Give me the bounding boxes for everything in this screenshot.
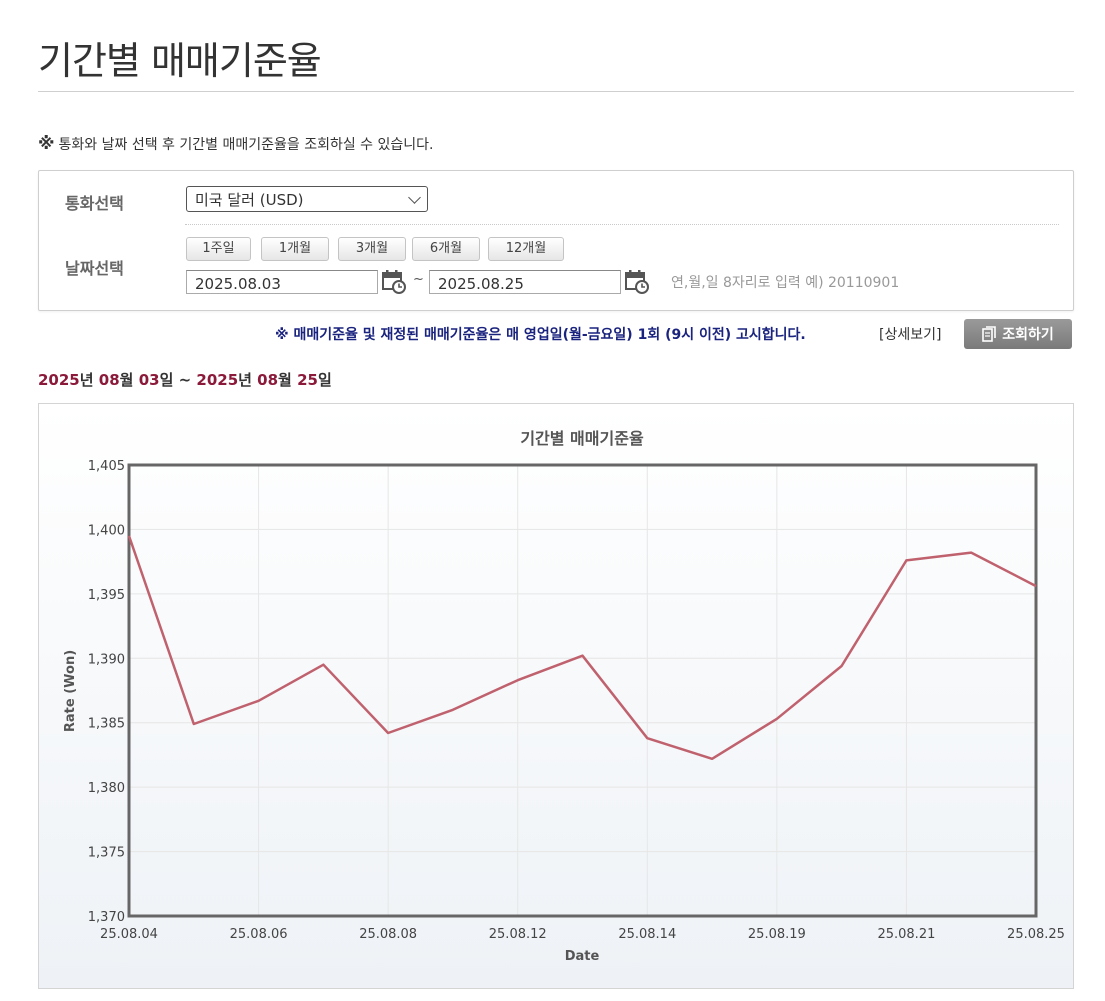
range-day-unit: 일	[159, 371, 174, 389]
chart-gridlines	[128, 464, 1037, 917]
start-calendar-icon[interactable]	[381, 269, 407, 295]
notice-mark: ※	[38, 134, 55, 154]
range-end-day: 25	[297, 371, 318, 389]
filter-panel: 통화선택 미국 달러 (USD) 날짜선택 1주일 1개월 3개월 6개월 12…	[38, 170, 1074, 311]
currency-selected-value: 미국 달러 (USD)	[195, 191, 304, 209]
start-date-input[interactable]: 2025.08.03	[186, 270, 378, 294]
y-tick-label: 1,390	[88, 652, 125, 667]
filter-row-divider	[185, 224, 1059, 225]
y-tick-label: 1,380	[88, 781, 125, 796]
y-tick-label: 1,370	[88, 910, 125, 925]
x-tick-label: 25.08.12	[489, 927, 547, 942]
x-tick-label: 25.08.19	[748, 927, 806, 942]
end-calendar-icon[interactable]	[624, 269, 650, 295]
range-month-unit: 월	[119, 371, 139, 389]
range-year-unit: 년	[79, 371, 99, 389]
chart-container: 1,370 1,375 1,380 1,385 1,390 1,395 1,400 1,405…	[38, 403, 1074, 989]
period-button-12months[interactable]: 12개월	[488, 237, 564, 261]
period-button-3months[interactable]: 3개월	[338, 237, 406, 261]
x-tick-label: 25.08.25	[1007, 927, 1065, 942]
y-tick-label: 1,385	[88, 717, 125, 732]
range-start-year: 2025	[38, 371, 80, 389]
range-end-month: 08	[257, 371, 279, 389]
range-year-unit-2: 년	[238, 371, 258, 389]
end-date-input[interactable]: 2025.08.25	[429, 270, 621, 294]
date-format-hint: 연,월,일 8자리로 입력 예) 20110901	[671, 275, 900, 291]
period-button-6months[interactable]: 6개월	[412, 237, 480, 261]
document-icon	[982, 326, 997, 342]
search-button[interactable]: 조회하기	[964, 319, 1072, 349]
currency-select[interactable]: 미국 달러 (USD)	[186, 186, 428, 212]
y-tick-label: 1,400	[88, 523, 125, 538]
plot-area-frame	[127, 463, 1038, 918]
currency-label: 통화선택	[65, 194, 124, 213]
page-title: 기간별 매매기준율	[38, 39, 322, 83]
date-separator: ~	[413, 272, 424, 287]
title-divider	[38, 91, 1074, 92]
date-label: 날짜선택	[65, 259, 124, 278]
x-tick-label: 25.08.08	[359, 927, 417, 942]
range-day-unit-2: 일	[317, 371, 332, 389]
detail-link[interactable]: [상세보기]	[879, 324, 941, 344]
y-tick-label: 1,375	[88, 846, 125, 861]
search-button-label: 조회하기	[1002, 327, 1054, 343]
x-tick-label: 25.08.06	[230, 927, 288, 942]
rate-notice: ※ 매매기준율 및 재정된 매매기준율은 매 영업일(월-금요일) 1회 (9시…	[275, 327, 806, 343]
y-tick-label: 1,395	[88, 588, 125, 603]
x-axis-title: Date	[565, 949, 600, 964]
range-start-month: 08	[98, 371, 120, 389]
notice-text: ※ 통화와 날짜 선택 후 기간별 매매기준율을 조회하실 수 있습니다.	[38, 134, 433, 154]
range-month-unit-2: 월	[278, 371, 298, 389]
notice-message: 통화와 날짜 선택 후 기간별 매매기준율을 조회하실 수 있습니다.	[58, 137, 434, 153]
x-tick-label: 25.08.14	[618, 927, 676, 942]
range-end-year: 2025	[196, 371, 239, 389]
period-button-1week[interactable]: 1주일	[186, 237, 251, 261]
range-start-day: 03	[138, 371, 160, 389]
range-separator: ~	[173, 371, 197, 389]
series-line	[127, 535, 1037, 761]
chevron-down-icon	[408, 191, 421, 204]
x-tick-label: 25.08.04	[100, 927, 158, 942]
selected-range: 2025년 08월 03일 ~ 2025년 08월 25일	[38, 369, 332, 390]
chart-title: 기간별 매매기준율	[520, 429, 644, 448]
rate-line-chart: 1,370 1,375 1,380 1,385 1,390 1,395 1,400 1,405…	[63, 429, 1065, 964]
y-tick-label: 1,405	[88, 459, 125, 474]
y-axis-title: Rate (Won)	[63, 650, 78, 732]
period-button-1month[interactable]: 1개월	[261, 237, 329, 261]
x-tick-label: 25.08.21	[877, 927, 935, 942]
